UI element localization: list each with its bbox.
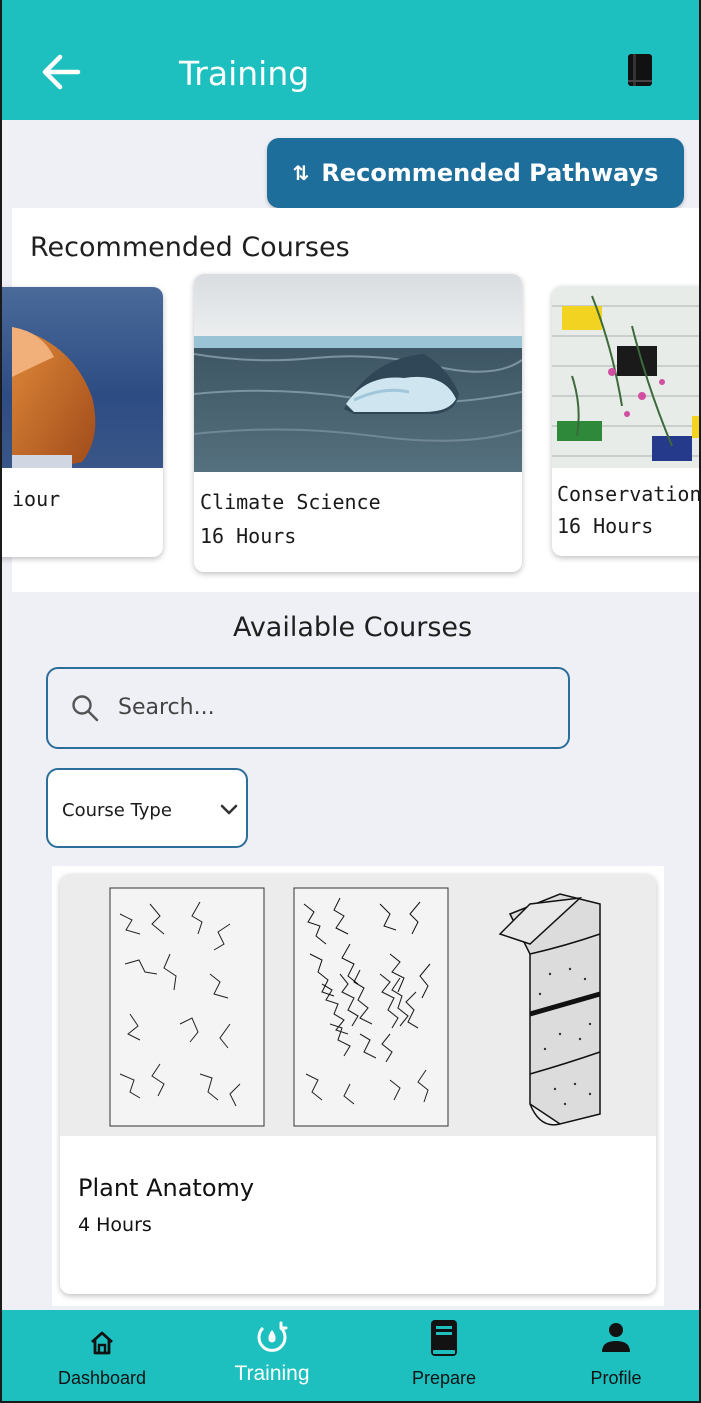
course-type-label: Course Type xyxy=(62,800,172,821)
course-image xyxy=(60,874,656,1136)
section-title: Available Courses xyxy=(232,612,473,643)
chevron-down-icon xyxy=(220,804,238,815)
app-screen: Training ⇅ Recommended Pathways Recommen… xyxy=(0,0,701,1403)
section-title: Recommended Courses xyxy=(30,232,350,263)
recommended-pathways-label: Recommended Pathways xyxy=(321,159,659,187)
available-course-list: Plant Anatomy 4 Hours xyxy=(52,866,664,1306)
nav-item-dashboard[interactable]: Dashboard xyxy=(22,1310,182,1401)
training-icon xyxy=(257,1321,288,1352)
page-title: Training xyxy=(179,54,310,93)
search-placeholder: Search... xyxy=(118,695,215,720)
person-icon xyxy=(602,1323,630,1352)
course-hours: 16 Hours xyxy=(200,524,297,548)
course-card[interactable]: Conservation 16 Hours xyxy=(552,286,701,556)
route-icon: ⇅ xyxy=(292,161,310,185)
course-title: Conservation xyxy=(557,482,701,506)
nav-label: Prepare xyxy=(411,1368,477,1388)
course-title: iour xyxy=(12,487,61,511)
course-type-dropdown[interactable]: Course Type xyxy=(46,768,248,848)
bottom-navigation: Dashboard Training Prepare Profile xyxy=(2,1310,699,1401)
course-image xyxy=(552,286,699,468)
course-title: Climate Science xyxy=(200,490,381,514)
book-icon[interactable] xyxy=(625,52,655,88)
nav-item-training[interactable]: Training xyxy=(192,1310,352,1401)
course-title: Plant Anatomy xyxy=(78,1174,255,1202)
search-input[interactable]: Search... xyxy=(46,667,570,749)
arrow-left-icon[interactable] xyxy=(40,52,82,92)
course-image xyxy=(194,274,522,472)
course-card[interactable]: Climate Science 16 Hours xyxy=(194,274,522,572)
search-icon xyxy=(72,695,99,722)
nav-label: Profile xyxy=(590,1368,642,1388)
course-image xyxy=(2,287,163,468)
course-hours: 4 Hours xyxy=(78,1214,152,1236)
nav-item-prepare[interactable]: Prepare xyxy=(364,1310,524,1401)
course-card[interactable]: Plant Anatomy 4 Hours xyxy=(60,874,656,1294)
nav-label: Dashboard xyxy=(57,1368,147,1388)
recommended-courses-section: Recommended Courses iour Climate Science… xyxy=(2,208,701,592)
course-card[interactable]: iour xyxy=(2,287,163,557)
home-icon xyxy=(91,1331,113,1355)
course-hours: 16 Hours xyxy=(557,514,654,538)
book-icon xyxy=(431,1320,457,1356)
nav-label: Training xyxy=(234,1362,310,1385)
app-bar: Training xyxy=(2,0,699,120)
nav-item-profile[interactable]: Profile xyxy=(536,1310,696,1401)
recommended-pathways-button[interactable]: ⇅ Recommended Pathways xyxy=(267,138,684,208)
